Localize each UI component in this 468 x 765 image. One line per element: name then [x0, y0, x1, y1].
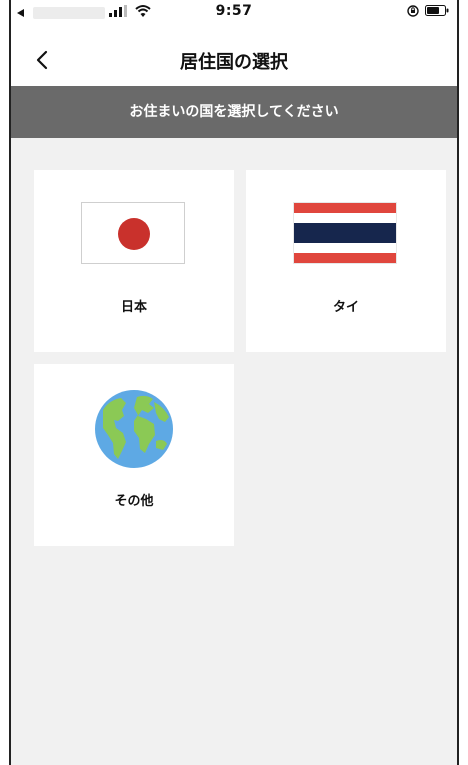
- page-title: 居住国の選択: [180, 52, 288, 73]
- globe-icon: [95, 390, 173, 468]
- japan-flag-icon: [81, 202, 185, 264]
- battery-icon: [425, 5, 449, 16]
- country-label-other: その他: [114, 494, 154, 509]
- country-card-japan[interactable]: 日本: [34, 170, 234, 352]
- clock-time: 9:57: [215, 3, 253, 19]
- country-card-other[interactable]: その他: [34, 364, 234, 546]
- instruction-banner: お住まいの国を選択してください: [11, 86, 457, 138]
- navigation-bar: 居住国の選択: [11, 34, 457, 86]
- orientation-lock-icon: [407, 5, 419, 17]
- country-label-japan: 日本: [120, 300, 147, 315]
- country-card-thailand[interactable]: タイ: [246, 170, 446, 352]
- thailand-flag-icon: [293, 202, 397, 264]
- status-bar: 9:57: [11, 0, 457, 34]
- app-screen: 9:57 居住国の選択 お住まいの国を選択してください 日本 タイ その他: [9, 0, 459, 765]
- country-label-thailand: タイ: [332, 300, 359, 315]
